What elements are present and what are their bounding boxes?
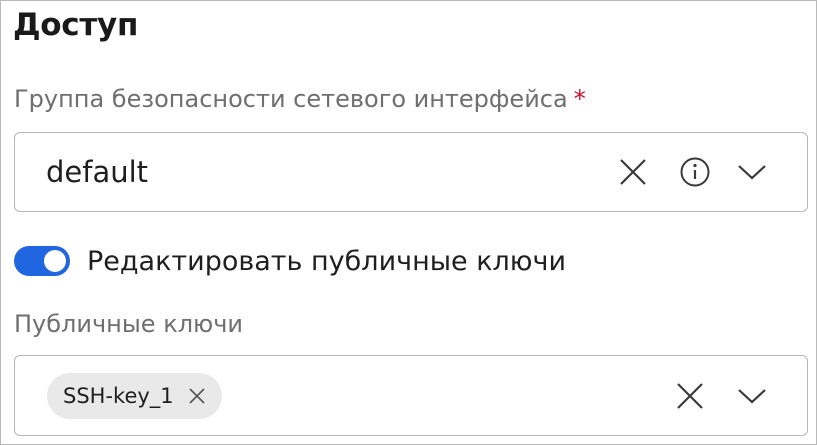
close-icon (677, 383, 703, 409)
required-mark: * (573, 85, 586, 113)
edit-keys-toggle[interactable] (14, 246, 70, 276)
edit-keys-toggle-label[interactable]: Редактировать публичные ключи (87, 246, 566, 277)
section-title: Доступ (13, 7, 139, 43)
toggle-knob (44, 250, 66, 272)
public-keys-dropdown-button[interactable] (732, 376, 772, 416)
chevron-down-icon (738, 165, 766, 180)
security-group-select[interactable]: default (14, 132, 808, 212)
key-chip: SSH-key_1 (47, 373, 222, 419)
security-group-label-text: Группа безопасности сетевого интерфейса (14, 85, 568, 113)
info-icon (680, 157, 710, 187)
security-group-value: default (46, 155, 149, 189)
remove-key-chip-button[interactable] (186, 385, 208, 407)
security-group-info-button[interactable] (675, 152, 715, 192)
public-keys-label: Публичные ключи (14, 310, 244, 338)
clear-security-group-button[interactable] (613, 152, 653, 192)
edit-keys-toggle-row: Редактировать публичные ключи (14, 241, 566, 281)
key-chip-label: SSH-key_1 (63, 384, 174, 408)
close-icon (189, 388, 205, 404)
security-group-label: Группа безопасности сетевого интерфейса * (14, 85, 586, 113)
close-icon (620, 159, 646, 185)
security-group-dropdown-button[interactable] (732, 152, 772, 192)
public-keys-select[interactable]: SSH-key_1 (14, 355, 808, 436)
clear-public-keys-button[interactable] (670, 376, 710, 416)
access-panel: Доступ Группа безопасности сетевого инте… (0, 0, 817, 445)
chevron-down-icon (738, 389, 766, 404)
